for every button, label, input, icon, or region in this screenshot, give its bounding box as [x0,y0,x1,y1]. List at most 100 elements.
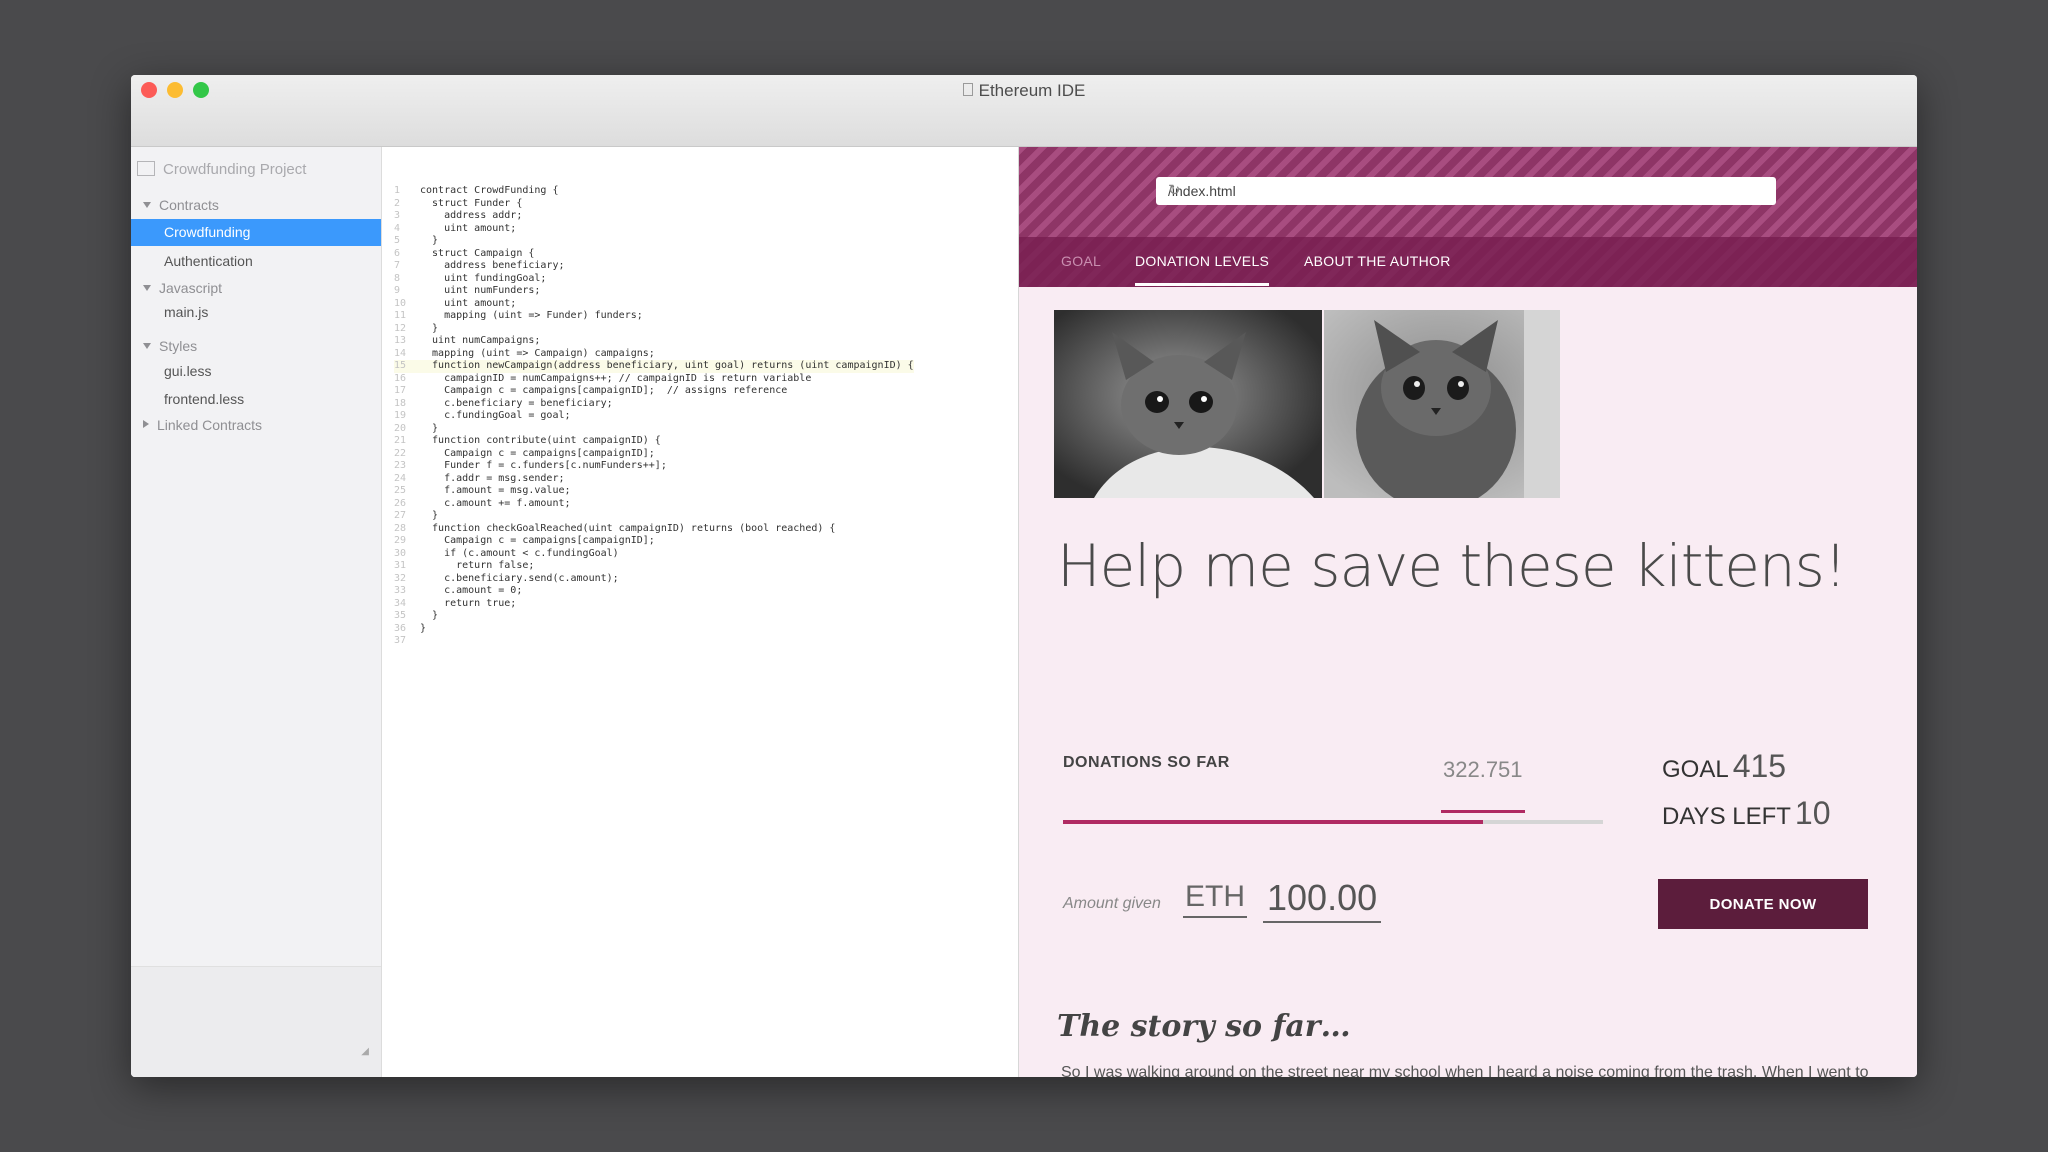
code-line[interactable]: 18 c.beneficiary = beneficiary; [394,398,914,411]
code-line-text: c.beneficiary.send(c.amount); [420,572,619,584]
code-line-text: } [420,510,439,521]
progress-marker [1441,810,1525,813]
amount-input[interactable]: 100.00 [1263,877,1382,923]
code-line-text: function checkGoalReached(uint campaignI… [420,522,836,534]
line-number: 21 [394,435,407,446]
code-line-text: c.beneficiary = beneficiary; [420,397,613,409]
code-line[interactable]: 31 return false; [394,560,914,573]
tree-group-contracts[interactable]: Contracts [143,197,219,213]
code-line[interactable]: 19 c.fundingGoal = goal; [394,410,914,423]
days-left-value: 10 [1794,795,1831,831]
tree-group-linked-contracts[interactable]: Linked Contracts [143,417,262,433]
code-line[interactable]: 21 function contribute(uint campaignID) … [394,435,914,448]
tree-group-styles[interactable]: Styles [143,338,197,354]
disclosure-triangle-icon [143,343,151,349]
line-number: 35 [394,610,407,621]
code-line-text: campaignID = numCampaigns++; // campaign… [420,372,812,384]
code-line-text: struct Funder { [420,197,523,209]
code-line[interactable]: 20 } [394,423,914,436]
code-line[interactable]: 5 } [394,235,914,248]
code-line[interactable]: 27 } [394,510,914,523]
code-line[interactable]: 37 [394,635,914,648]
code-line[interactable]: 25 f.amount = msg.value; [394,485,914,498]
line-number: 29 [394,535,407,546]
code-line[interactable]: 33 c.amount = 0; [394,585,914,598]
code-line[interactable]: 9 uint numFunders; [394,285,914,298]
currency-field[interactable]: ETH [1183,880,1247,918]
tree-group-javascript[interactable]: Javascript [143,280,222,296]
code-line[interactable]: 29 Campaign c = campaigns[campaignID]; [394,535,914,548]
code-line[interactable]: 23 Funder f = c.funders[c.numFunders++]; [394,460,914,473]
code-line-text: c.amount += f.amount; [420,497,571,509]
tree-group-label: Linked Contracts [157,417,263,433]
code-line[interactable]: 35 } [394,610,914,623]
tree-item-frontend-less[interactable]: frontend.less [164,391,244,407]
code-line[interactable]: 11 mapping (uint => Funder) funders; [394,310,914,323]
code-line[interactable]: 22 Campaign c = campaigns[campaignID]; [394,448,914,461]
tree-item-label: Crowdfunding [164,224,251,240]
code-line-text: uint fundingGoal; [420,272,547,284]
code-line-text: struct Campaign { [420,247,535,259]
code-line[interactable]: 17 Campaign c = campaigns[campaignID]; /… [394,385,914,398]
code-line[interactable]: 4 uint amount; [394,223,914,236]
code-line[interactable]: 6 struct Campaign { [394,248,914,261]
code-line[interactable]: 34 return true; [394,598,914,611]
kitten-photo-2-art [1324,310,1560,498]
tree-item-authentication[interactable]: Authentication [164,253,253,269]
story-text: So I was walking around on the street ne… [1061,1064,1869,1077]
tree-item-gui-less[interactable]: gui.less [164,363,211,379]
line-number: 11 [394,310,407,321]
reload-icon[interactable]: ↻ [1168,181,1766,199]
tab-goal[interactable]: GOAL [1061,253,1101,269]
tree-item-main-js[interactable]: main.js [164,304,208,320]
code-line[interactable]: 13 uint numCampaigns; [394,335,914,348]
code-line[interactable]: 1 contract CrowdFunding { [394,185,914,198]
kitten-photo-1-art [1054,310,1322,498]
project-name: Crowdfunding Project [163,161,307,178]
code-text[interactable]: 1 contract CrowdFunding {2 struct Funder … [394,185,914,648]
code-line[interactable]: 36} [394,623,914,636]
tree-item-label: frontend.less [164,391,245,407]
code-line[interactable]: 28 function checkGoalReached(uint campai… [394,523,914,536]
project-header[interactable]: Crowdfunding Project [137,161,306,178]
disclosure-triangle-icon [143,285,151,291]
line-number: 32 [394,572,407,584]
code-line[interactable]: 26 c.amount += f.amount; [394,498,914,511]
web-preview: /index.html ↻ GOAL DONATION LEVELS ABOUT… [1019,147,1917,1077]
document-icon [962,83,973,96]
code-line[interactable]: 3 address addr; [394,210,914,223]
sidebar-footer: ◢ [131,966,381,1077]
resize-handle-icon[interactable]: ◢ [361,1046,369,1057]
code-line[interactable]: 7 address beneficiary; [394,260,914,273]
code-line[interactable]: 12 } [394,323,914,336]
code-line[interactable]: 30 if (c.amount < c.fundingGoal) [394,548,914,561]
tree-item-crowdfunding[interactable]: Crowdfunding [131,219,381,246]
code-line-text: Funder f = c.funders[c.numFunders++]; [420,460,667,471]
code-editor[interactable]: 1 contract CrowdFunding {2 struct Funder … [382,147,1019,1077]
tab-donation-levels[interactable]: DONATION LEVELS [1135,253,1270,286]
code-line-text: f.addr = msg.sender; [420,472,565,484]
code-line[interactable]: 15 function newCampaign(address benefici… [394,360,914,373]
goal-stat: GOAL 415 [1662,748,1786,785]
code-line[interactable]: 10 uint amount; [394,298,914,311]
code-line[interactable]: 8 uint fundingGoal; [394,273,914,286]
code-line-text: Campaign c = campaigns[campaignID]; [420,447,655,459]
url-bar[interactable]: /index.html ↻ [1156,177,1776,205]
code-line-text: mapping (uint => Campaign) campaigns; [420,347,655,359]
line-number: 31 [394,560,407,571]
line-number: 9 [394,285,401,296]
code-line[interactable]: 2 struct Funder { [394,198,914,211]
code-line-text: c.fundingGoal = goal; [420,410,571,421]
tab-about-the-author[interactable]: ABOUT THE AUTHOR [1304,253,1451,269]
code-line[interactable]: 32 c.beneficiary.send(c.amount); [394,573,914,586]
line-number: 8 [394,272,401,284]
amount-given-label: Amount given [1063,895,1161,912]
line-number: 4 [394,222,401,234]
donate-now-button[interactable]: DONATE NOW [1658,879,1868,929]
code-line[interactable]: 24 f.addr = msg.sender; [394,473,914,486]
code-line-text: uint amount; [420,222,517,234]
tree-item-label: gui.less [164,363,212,379]
code-line[interactable]: 16 campaignID = numCampaigns++; // campa… [394,373,914,386]
code-line[interactable]: 14 mapping (uint => Campaign) campaigns; [394,348,914,361]
line-number: 15 [394,360,407,371]
